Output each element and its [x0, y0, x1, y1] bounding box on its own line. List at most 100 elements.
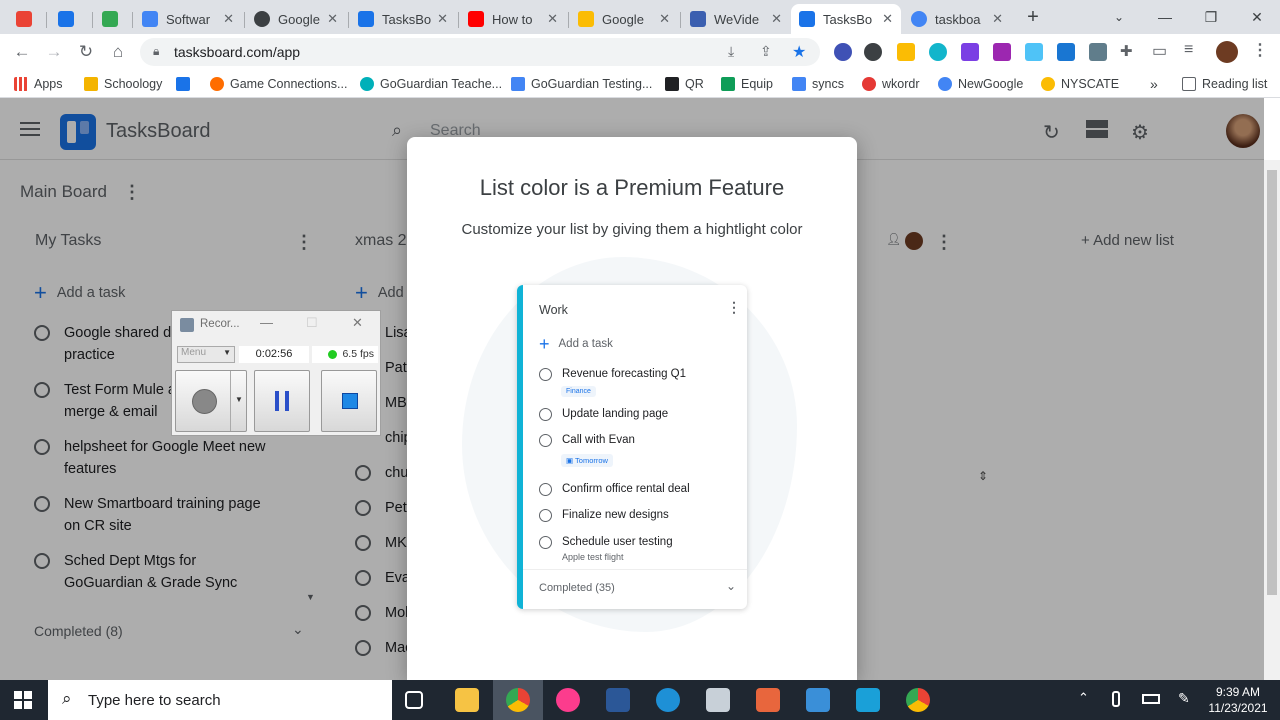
taskbar-chrome-active[interactable]	[493, 680, 543, 720]
system-clock[interactable]: 9:39 AM 11/23/2021	[1198, 684, 1278, 716]
chrome-menu-icon[interactable]: ⋮	[1252, 40, 1268, 60]
checkbox-circle-icon	[539, 483, 552, 496]
extension-k-icon[interactable]	[834, 43, 852, 61]
extension-icon[interactable]	[897, 43, 915, 61]
scrollbar-thumb[interactable]	[1267, 170, 1277, 595]
task-view-icon[interactable]	[405, 691, 423, 709]
bookmark-game-connections[interactable]: Game Connections...	[210, 75, 347, 93]
more-bookmarks-button[interactable]: »	[1150, 75, 1158, 93]
extension-icon[interactable]	[1057, 43, 1075, 61]
file-explorer-icon[interactable]	[455, 688, 479, 712]
minimize-button[interactable]: —	[260, 315, 273, 330]
address-bar[interactable]: 🔒︎ tasksboard.com/app ⤓ ⇪ ★	[140, 38, 820, 66]
tab-calendar[interactable]	[50, 4, 90, 34]
restore-button[interactable]: ❐	[1188, 0, 1234, 34]
tab-tasksboard-active[interactable]: TasksBo ✕	[791, 4, 901, 34]
bookmarks-bar: Apps Schoology Game Connections... GoGua…	[0, 70, 1280, 98]
edge-icon[interactable]	[656, 688, 680, 712]
home-icon[interactable]: ⌂	[106, 40, 130, 64]
youtube-icon	[468, 11, 484, 27]
tab-wevideo[interactable]: WeVide ✕	[682, 4, 790, 34]
tab-youtube[interactable]: How to ✕	[460, 4, 566, 34]
tab-google-2[interactable]: Google ✕	[570, 4, 678, 34]
bookmark-wkordr[interactable]: wkordr	[862, 75, 920, 93]
new-tab-button[interactable]: +	[1010, 0, 1056, 34]
close-window-button[interactable]: ✕	[1234, 0, 1280, 34]
page-scrollbar[interactable]	[1264, 160, 1280, 680]
word-icon[interactable]	[606, 688, 630, 712]
pause-button[interactable]	[254, 370, 310, 432]
bookmark-goguardian-testing[interactable]: GoGuardian Testing...	[511, 75, 652, 93]
extension-icon[interactable]	[929, 43, 947, 61]
extension-g-icon[interactable]	[864, 43, 882, 61]
usb-device-icon[interactable]	[1112, 691, 1120, 707]
maximize-button[interactable]: ☐	[306, 315, 318, 331]
chrome-icon[interactable]	[906, 688, 930, 712]
extension-icon[interactable]	[1025, 43, 1043, 61]
taskbar-search-box[interactable]: ⌕ Type here to search	[48, 680, 392, 720]
close-icon[interactable]: ✕	[882, 11, 893, 27]
install-icon[interactable]: ⤓	[728, 43, 734, 60]
tab-taskboard-search[interactable]: taskboa ✕	[903, 4, 1011, 34]
tab-tasksboard-1[interactable]: TasksBo ✕	[350, 4, 456, 34]
menu-label: Menu	[181, 347, 207, 358]
reading-list-button[interactable]: Reading list	[1182, 75, 1267, 93]
close-icon[interactable]: ✕	[223, 11, 234, 27]
extensions-puzzle-icon[interactable]: ✚	[1120, 42, 1133, 60]
dropdown-arrow-icon[interactable]: ▼	[235, 395, 243, 404]
tab-google-1[interactable]: Google ✕	[246, 4, 346, 34]
checkbox-circle-icon	[539, 408, 552, 421]
bookmark-newgoogle[interactable]: NewGoogle	[938, 75, 1023, 93]
tab-drive[interactable]	[94, 4, 130, 34]
itunes-icon[interactable]	[556, 688, 580, 712]
cast-icon[interactable]: ▭	[1152, 41, 1167, 61]
recorder-taskbar-icon[interactable]	[706, 688, 730, 712]
close-icon[interactable]: ✕	[659, 11, 670, 27]
mouse-cursor-icon: ⇕	[978, 469, 989, 483]
close-icon[interactable]: ✕	[547, 11, 558, 27]
record-button[interactable]: ▼	[175, 370, 247, 432]
screen-recorder-window: Recor... — ☐ ✕ Menu ▼ 0:02:56 6.5 fps ▼	[171, 310, 381, 436]
bookmark-nyscate[interactable]: NYSCATE	[1041, 75, 1119, 93]
bookmark-qr[interactable]: QR	[665, 75, 704, 93]
reload-icon[interactable]: ↻	[74, 40, 98, 64]
close-icon[interactable]: ✕	[771, 11, 782, 27]
tab-search-icon[interactable]: ⌄	[1096, 0, 1142, 34]
tab-software[interactable]: Softwar ✕	[134, 4, 242, 34]
reading-mode-icon[interactable]: ≡	[1184, 41, 1193, 59]
close-icon[interactable]: ✕	[992, 11, 1003, 27]
back-arrow-icon[interactable]: ←	[10, 40, 34, 64]
bookmark-star-icon[interactable]: ★	[792, 42, 806, 62]
gmail-icon	[16, 11, 32, 27]
extension-icon[interactable]	[961, 43, 979, 61]
search-engine-icon	[254, 11, 270, 27]
windows-start-icon[interactable]	[14, 691, 32, 709]
sample-task: Finalize new designs	[539, 509, 669, 522]
minimize-button[interactable]: —	[1142, 0, 1188, 34]
profile-avatar[interactable]	[1216, 41, 1238, 63]
extension-icon[interactable]	[1089, 43, 1107, 61]
bookmark-tasksboard[interactable]	[176, 75, 196, 93]
tag-label: Tomorrow	[575, 456, 608, 465]
recorder-menu-select[interactable]: Menu ▼	[177, 346, 235, 363]
close-icon[interactable]: ✕	[327, 11, 338, 27]
pen-icon[interactable]: ✎	[1178, 690, 1190, 707]
bookmark-goguardian-teacher[interactable]: GoGuardian Teache...	[360, 75, 502, 93]
show-hidden-icons-icon[interactable]: ⌃	[1078, 690, 1089, 706]
calculator-icon[interactable]	[856, 688, 880, 712]
bookmark-equip[interactable]: Equip	[721, 75, 773, 93]
share-icon[interactable]: ⇪	[760, 43, 772, 60]
battery-icon[interactable]	[1142, 694, 1160, 704]
task-title: Finalize new designs	[562, 509, 669, 521]
close-window-button[interactable]: ✕	[352, 315, 363, 331]
close-icon[interactable]: ✕	[437, 11, 448, 27]
bookmark-schoology[interactable]: Schoology	[84, 75, 162, 93]
maps-icon[interactable]	[806, 688, 830, 712]
bookmark-syncs[interactable]: syncs	[792, 75, 844, 93]
extension-icon[interactable]	[993, 43, 1011, 61]
bookmark-apps[interactable]: Apps	[14, 75, 63, 93]
forward-arrow-icon[interactable]: →	[42, 40, 66, 64]
snip-icon[interactable]	[756, 688, 780, 712]
tab-gmail[interactable]	[8, 4, 42, 34]
stop-button[interactable]	[321, 370, 377, 432]
